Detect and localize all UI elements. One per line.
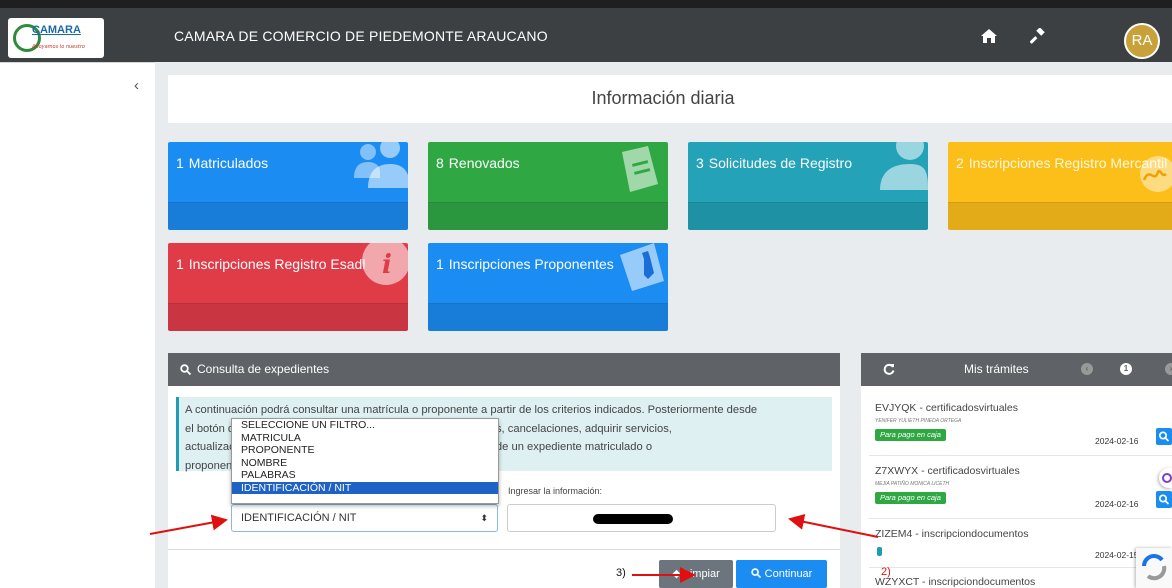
annotation-step-2: 2)	[881, 566, 891, 578]
annotation-step-3: 3)	[616, 567, 626, 579]
annotation-arrow	[788, 513, 879, 538]
annotation-overlay	[149, 513, 879, 583]
annotation-arrow	[149, 514, 228, 535]
